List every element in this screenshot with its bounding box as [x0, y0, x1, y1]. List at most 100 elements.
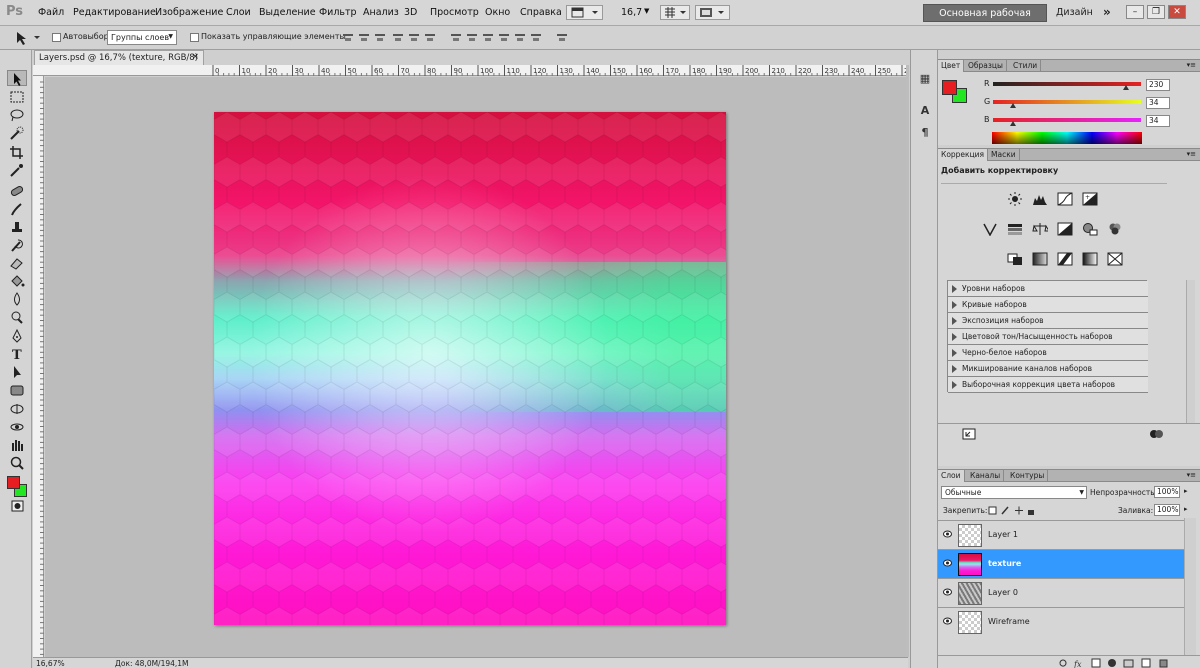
threshold-icon[interactable]: [1057, 252, 1073, 266]
menu-filter[interactable]: Фильтр: [319, 7, 357, 18]
type-tool-icon[interactable]: T: [7, 346, 27, 363]
paint-bucket-tool-icon[interactable]: [7, 273, 27, 289]
red-slider-thumb[interactable]: [1123, 85, 1130, 90]
visibility-eye-icon[interactable]: [943, 559, 952, 567]
layer-row-wireframe[interactable]: Wireframe: [938, 607, 1184, 636]
toggle-visibility-icon[interactable]: [1148, 427, 1164, 441]
align-left-icon[interactable]: [392, 32, 404, 43]
close-document-icon[interactable]: ×: [191, 52, 199, 62]
align-horizontal-center-icon[interactable]: [408, 32, 420, 43]
brightness-contrast-icon[interactable]: [1007, 192, 1023, 206]
zoom-status[interactable]: 16,67%: [36, 659, 65, 668]
canvas-workspace[interactable]: [45, 77, 908, 657]
zoom-level[interactable]: 16,7: [621, 7, 642, 18]
distribute-bottom-icon[interactable]: [482, 32, 494, 43]
color-balance-icon[interactable]: [1032, 222, 1050, 236]
layer-row-layer-0[interactable]: Layer 0: [938, 578, 1184, 607]
blend-mode-select[interactable]: Обычные ▼: [941, 486, 1087, 499]
menu-file[interactable]: Файл: [38, 7, 64, 18]
minimize-button[interactable]: –: [1126, 5, 1144, 19]
tab-masks[interactable]: Маски: [988, 149, 1020, 161]
tab-adjustments[interactable]: Коррекция: [938, 149, 989, 161]
menu-edit[interactable]: Редактирование: [73, 7, 156, 18]
hue-saturation-icon[interactable]: [1007, 222, 1023, 236]
tab-styles[interactable]: Стили: [1010, 60, 1042, 72]
opacity-input[interactable]: 100%: [1154, 486, 1180, 498]
menu-3d[interactable]: 3D: [404, 7, 417, 18]
photo-filter-icon[interactable]: [1082, 222, 1098, 236]
vibrance-icon[interactable]: [982, 222, 998, 237]
auto-align-icon[interactable]: [556, 32, 568, 43]
3d-orbit-tool-icon[interactable]: [7, 419, 27, 435]
eraser-tool-icon[interactable]: [7, 255, 27, 271]
preset-channel-mixer[interactable]: Микширование каналов наборов: [948, 361, 1148, 377]
tab-color[interactable]: Цвет: [938, 60, 965, 72]
preset-curves[interactable]: Кривые наборов: [948, 297, 1148, 313]
align-vertical-center-icon[interactable]: [358, 32, 370, 43]
autoselect-target-select[interactable]: Группы слоев ▼: [107, 30, 177, 45]
screen-mode-dropdown[interactable]: [566, 5, 603, 20]
path-selection-tool-icon[interactable]: [7, 364, 27, 380]
menu-view[interactable]: Просмотр: [430, 7, 479, 18]
character-panel-icon[interactable]: A: [917, 104, 933, 118]
lock-position-icon[interactable]: [1015, 506, 1023, 515]
history-panel-icon[interactable]: ▦: [917, 72, 933, 86]
show-transform-checkbox[interactable]: [190, 33, 199, 42]
eyedropper-tool-icon[interactable]: [7, 162, 27, 178]
expand-workspaces-icon[interactable]: »: [1103, 5, 1111, 19]
brush-tool-icon[interactable]: [7, 201, 27, 217]
lock-transparency-icon[interactable]: [988, 506, 997, 515]
lock-pixels-icon[interactable]: [1001, 506, 1009, 515]
layers-scrollbar[interactable]: [1184, 518, 1196, 655]
move-tool-preset-icon[interactable]: [14, 30, 44, 46]
menu-select[interactable]: Выделение: [259, 7, 316, 18]
preset-hue-saturation[interactable]: Цветовой тон/Насыщенность наборов: [948, 329, 1148, 345]
blue-slider-thumb[interactable]: [1009, 121, 1016, 126]
fill-input[interactable]: 100%: [1154, 504, 1180, 516]
blue-value-input[interactable]: 34: [1146, 115, 1170, 127]
preset-levels[interactable]: Уровни наборов: [948, 281, 1148, 297]
fill-stepper-icon[interactable]: ▸: [1184, 505, 1188, 513]
exposure-icon[interactable]: +: [1082, 192, 1098, 206]
lasso-tool-icon[interactable]: [7, 107, 27, 123]
document-tab[interactable]: Layers.psd @ 16,7% (texture, RGB/8) ×: [34, 50, 204, 65]
foreground-color-swatch[interactable]: [7, 476, 20, 489]
channel-mixer-icon[interactable]: [1107, 222, 1123, 236]
distribute-top-icon[interactable]: [450, 32, 462, 43]
tab-channels[interactable]: Каналы: [967, 470, 1005, 482]
levels-icon[interactable]: [1032, 192, 1048, 206]
gradient-map-icon[interactable]: [1082, 252, 1098, 266]
move-tool-icon[interactable]: [7, 70, 27, 86]
curves-icon[interactable]: [1057, 192, 1073, 206]
menu-analysis[interactable]: Анализ: [363, 7, 399, 18]
adjustments-scrollbar[interactable]: [1186, 280, 1195, 423]
panel-menu-icon[interactable]: ▾≡: [1187, 150, 1196, 158]
visibility-eye-icon[interactable]: [943, 588, 952, 596]
menu-window[interactable]: Окно: [485, 7, 510, 18]
hand-tool-icon[interactable]: [7, 437, 27, 453]
preset-selective-color[interactable]: Выборочная коррекция цвета наборов: [948, 377, 1148, 393]
tab-layers[interactable]: Слои: [938, 470, 965, 482]
distribute-vcenter-icon[interactable]: [466, 32, 478, 43]
3d-rotate-tool-icon[interactable]: [7, 401, 27, 417]
new-layer-icon[interactable]: [1141, 658, 1151, 668]
menu-help[interactable]: Справка: [520, 7, 562, 18]
canvas-scrollbar[interactable]: [906, 65, 909, 657]
dodge-tool-icon[interactable]: [7, 309, 27, 325]
selective-color-icon[interactable]: [1107, 252, 1123, 266]
quick-selection-tool-icon[interactable]: [7, 125, 27, 141]
invert-icon[interactable]: [1007, 252, 1023, 266]
quick-mask-icon[interactable]: [7, 498, 27, 514]
menu-layers[interactable]: Слои: [226, 7, 251, 18]
arrange-dropdown[interactable]: [695, 5, 730, 20]
layer-row-texture[interactable]: texture: [938, 549, 1184, 578]
history-brush-tool-icon[interactable]: [7, 237, 27, 253]
close-button[interactable]: ✕: [1168, 5, 1186, 19]
distribute-hcenter-icon[interactable]: [514, 32, 526, 43]
extras-dropdown[interactable]: [660, 5, 690, 20]
new-adjustment-layer-icon[interactable]: [1108, 659, 1116, 667]
workspace-button[interactable]: Основная рабочая среда: [923, 4, 1047, 37]
rectangle-tool-icon[interactable]: [7, 382, 27, 398]
blur-tool-icon[interactable]: [7, 291, 27, 307]
red-value-input[interactable]: 230: [1146, 79, 1170, 91]
